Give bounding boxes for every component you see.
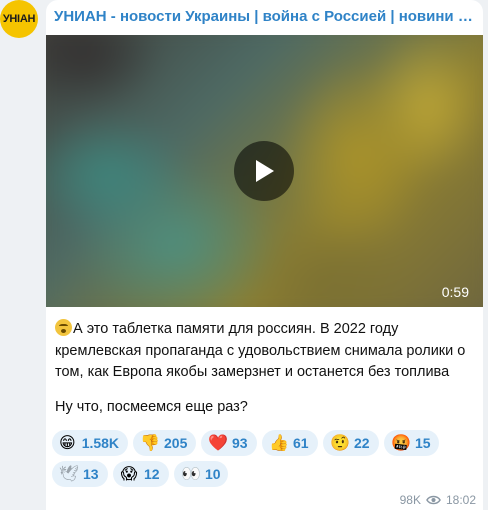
reaction-count: 13 [83,466,99,482]
reaction-cursing-face[interactable]: 🤬 15 [384,430,439,456]
woozy-face-icon [55,319,72,336]
message-time: 18:02 [445,493,476,507]
thumbs-down-icon: 👎 [140,433,160,452]
reaction-count: 61 [293,435,309,451]
post-paragraph-1: А это таблетка памяти для россиян. В 202… [55,319,475,384]
heart-icon: ❤️ [208,433,228,452]
dove-icon: 🕊 [59,464,80,483]
channel-avatar[interactable]: УНІАН [0,0,38,38]
reaction-count: 12 [144,466,160,482]
cursing-face-icon: 🤬 [391,433,411,452]
reaction-grin[interactable]: 😁 1.58K [52,430,128,456]
video-duration: 0:59 [441,284,469,300]
play-icon [256,160,274,182]
reaction-heart[interactable]: ❤️ 93 [201,430,257,456]
avatar-logo-text: УНІАН [2,13,36,25]
reaction-count: 15 [415,435,431,451]
reaction-count: 22 [354,435,370,451]
view-count: 98K [399,493,421,507]
reaction-count: 10 [205,466,221,482]
channel-name[interactable]: УНИАН - новости Украины | война с Россие… [54,8,474,25]
reaction-dove[interactable]: 🕊 13 [52,461,108,487]
reaction-thumbs-up[interactable]: 👍 61 [262,430,318,456]
post-paragraph-2: Ну что, посмеемся еще раз? [55,398,248,415]
screaming-face-icon: 😱 [120,464,138,483]
eyes-icon: 👀 [181,464,201,483]
reaction-count: 205 [164,435,188,451]
reaction-count: 93 [232,435,248,451]
message-footer: 98K 18:02 [400,493,476,507]
reaction-thumbs-down[interactable]: 👎 205 [133,430,196,456]
reaction-screaming-face[interactable]: 😱 12 [113,461,169,487]
reaction-count: 1.58K [81,435,120,451]
grin-icon: 😁 [59,433,76,452]
reaction-eyes[interactable]: 👀 10 [174,461,228,487]
play-button[interactable] [234,141,294,201]
video-player[interactable]: 0:59 [46,35,483,307]
post-text: А это таблетка памяти для россиян. В 202… [55,319,475,418]
eye-icon [426,495,441,505]
raised-eyebrow-icon: 🤨 [330,433,350,452]
reaction-raised-eyebrow[interactable]: 🤨 22 [323,430,379,456]
thumbs-up-icon: 👍 [269,433,289,452]
post-line-1: А это таблетка памяти для россиян. В 202… [55,321,466,380]
